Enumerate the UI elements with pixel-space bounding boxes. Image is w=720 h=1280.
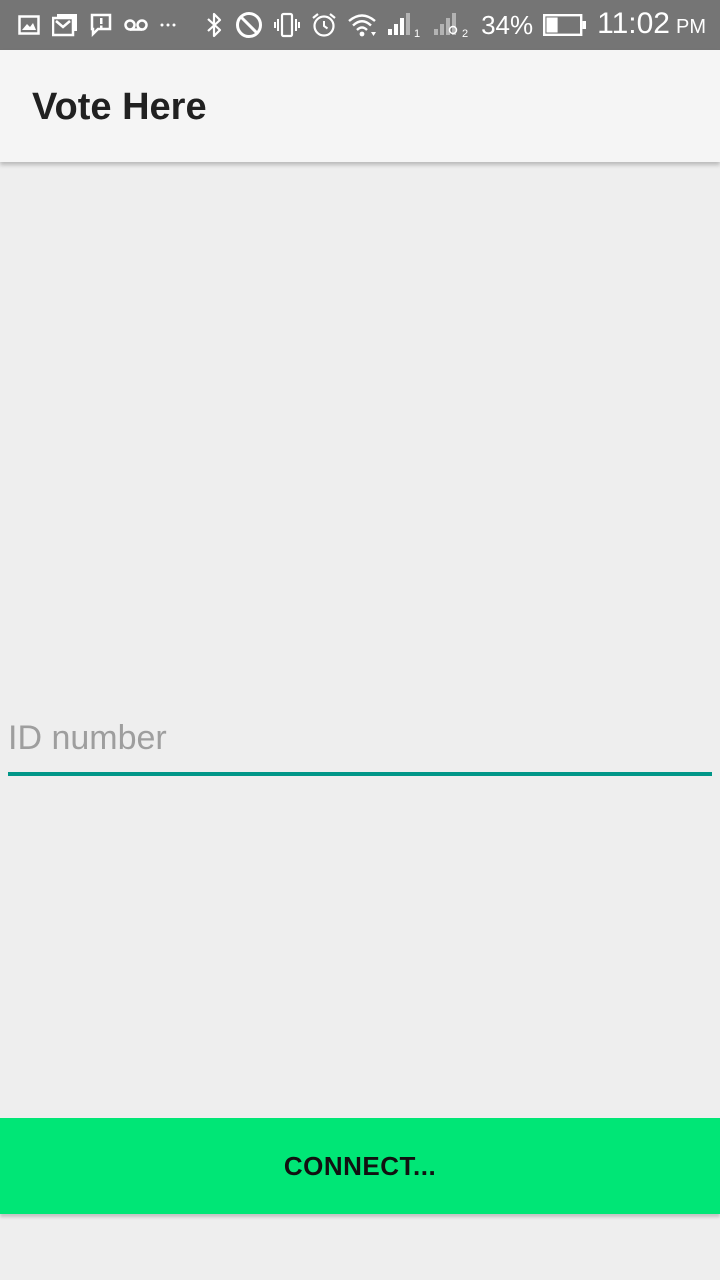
more-dots-icon — [160, 22, 176, 28]
voicemail-icon — [124, 18, 148, 32]
gmail-icon — [52, 13, 78, 37]
status-clock: 11:02 PM — [597, 0, 706, 52]
clock-ampm: PM — [676, 15, 706, 38]
bluetooth-icon — [205, 11, 225, 39]
battery-percentage: 34% — [481, 10, 534, 40]
status-bar-notifications — [18, 0, 176, 50]
status-bar: 1 2 34% 11:02 PM — [0, 0, 720, 50]
signal-sim1-icon: 1 — [387, 12, 423, 38]
id-number-input[interactable] — [8, 708, 712, 768]
do-not-disturb-icon — [235, 11, 263, 39]
vibrate-icon — [273, 12, 301, 38]
page-title: Vote Here — [32, 86, 207, 128]
gallery-icon — [18, 15, 40, 35]
sim1-label: 1 — [414, 28, 420, 38]
battery-fill — [546, 17, 558, 33]
message-alert-icon — [90, 13, 112, 37]
battery-icon — [543, 14, 587, 36]
signal-sim2-icon: 2 — [433, 12, 471, 38]
wifi-icon — [347, 12, 377, 38]
connect-button[interactable]: CONNECT... — [0, 1118, 720, 1214]
id-number-field — [8, 708, 712, 776]
id-input-underline — [8, 772, 712, 776]
sim2-label: 2 — [462, 28, 468, 38]
alarm-icon — [311, 12, 337, 38]
clock-time: 11:02 — [597, 6, 670, 40]
status-bar-system: 1 2 34% 11:02 PM — [205, 0, 706, 50]
app-bar: Vote Here — [0, 50, 720, 162]
